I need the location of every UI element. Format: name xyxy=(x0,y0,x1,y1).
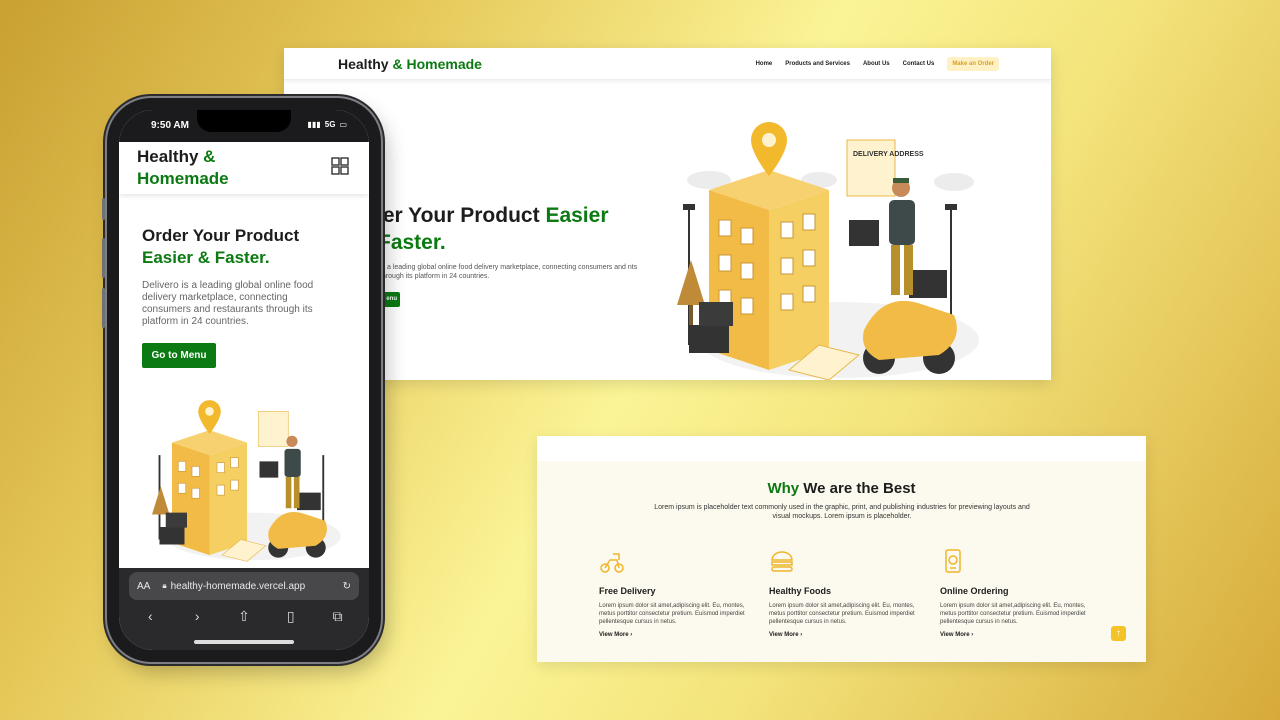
view-more-link[interactable]: View More › xyxy=(940,632,1090,638)
make-order-button[interactable]: Make an Order xyxy=(947,56,999,71)
burger-icon xyxy=(771,551,793,572)
feature-card-foods: Healthy Foods Lorem ipsum dolor sit amet… xyxy=(769,548,919,638)
phone-screen: 9:50 AM ▮▮▮ 5G ▭ Healthy & Homemade Orde… xyxy=(119,110,369,650)
feature-description: Lorem ipsum dolor sit amet,adipiscing el… xyxy=(769,603,915,625)
why-title: Why We are the Best xyxy=(537,480,1146,497)
phone-mockup: 9:50 AM ▮▮▮ 5G ▭ Healthy & Homemade Orde… xyxy=(102,98,381,662)
safari-nav-buttons: ‹ › ⇧ ▯ ⧉ xyxy=(119,608,369,625)
mobile-navbar: Healthy & Homemade xyxy=(119,142,369,194)
brand-part1: Healthy xyxy=(137,147,199,166)
feature-title: Free Delivery xyxy=(599,586,656,596)
feature-title: Healthy Foods xyxy=(769,586,832,596)
url-text: healthy-homemade.vercel.app xyxy=(170,580,306,592)
desktop-hero-title: der Your Product Easier Faster. xyxy=(370,202,609,254)
mobile-hero-title: Order Your Product Easier & Faster. xyxy=(142,225,299,269)
bookmarks-icon[interactable]: ▯ xyxy=(279,608,303,625)
nav-products[interactable]: Products and Services xyxy=(785,61,850,67)
phone-side-button xyxy=(102,198,105,220)
safari-toolbar: AA 🔒︎ healthy-homemade.vercel.app ↻ ‹ › … xyxy=(119,568,369,650)
delivery-illustration: DELIVERY ADDRESS xyxy=(677,122,979,380)
hero-title-part: der Your Product xyxy=(370,204,540,227)
hero-title-accent: Easier xyxy=(545,204,609,227)
desktop-brand-logo[interactable]: Healthy & Homemade xyxy=(338,56,482,72)
feature-description: Lorem ipsum dolor sit amet,adipiscing el… xyxy=(599,603,745,625)
status-time: 9:50 AM xyxy=(151,120,189,131)
grid-menu-icon[interactable] xyxy=(331,157,349,175)
battery-icon: ▭ xyxy=(339,120,347,129)
view-more-label: View More xyxy=(940,632,970,638)
why-title-rest: We are the Best xyxy=(803,480,916,497)
phone-notch xyxy=(197,110,291,132)
view-more-label: View More xyxy=(769,632,799,638)
reload-icon[interactable]: ↻ xyxy=(343,581,351,592)
feature-card-ordering: Online Ordering Lorem ipsum dolor sit am… xyxy=(940,548,1090,638)
desktop-preview: Healthy & Homemade Home Products and Ser… xyxy=(284,48,1051,380)
why-section-preview: Why We are the Best Lorem ipsum is place… xyxy=(537,436,1146,662)
lock-icon: 🔒︎ xyxy=(162,581,167,590)
desktop-hero-description: is a leading global online food delivery… xyxy=(380,264,638,280)
tabs-icon[interactable]: ⧉ xyxy=(326,608,350,625)
desktop-nav-links: Home Products and Services About Us Cont… xyxy=(756,56,999,71)
scroll-to-top-button[interactable]: ↑ xyxy=(1111,626,1126,641)
chevron-right-icon: › xyxy=(800,632,803,638)
hero-title-line2: Easier & Faster. xyxy=(142,248,270,267)
address-bar[interactable]: AA 🔒︎ healthy-homemade.vercel.app ↻ xyxy=(129,572,359,600)
phone-side-button xyxy=(102,288,105,328)
share-icon[interactable]: ⇧ xyxy=(232,608,256,625)
address-sign-text: DELIVERY ADDRESS xyxy=(853,151,924,158)
back-icon[interactable]: ‹ xyxy=(138,608,162,625)
home-indicator xyxy=(194,640,294,644)
reader-aa-button[interactable]: AA xyxy=(137,581,150,592)
forward-icon[interactable]: › xyxy=(185,608,209,625)
hero-title-line2: Faster. xyxy=(378,231,446,254)
status-icons: ▮▮▮ 5G ▭ xyxy=(308,120,347,129)
chevron-right-icon: › xyxy=(630,632,633,638)
phone-order-icon xyxy=(945,549,961,573)
nav-home[interactable]: Home xyxy=(756,61,773,67)
phone-side-button xyxy=(102,238,105,278)
chevron-right-icon: › xyxy=(971,632,974,638)
view-more-label: View More xyxy=(599,632,629,638)
why-title-accent: Why xyxy=(767,480,800,497)
mobile-brand-logo[interactable]: Healthy & Homemade xyxy=(137,146,257,190)
feature-description: Lorem ipsum dolor sit amet,adipiscing el… xyxy=(940,603,1086,625)
feature-card-delivery: Free Delivery Lorem ipsum dolor sit amet… xyxy=(599,548,749,638)
hero-title-line1: Order Your Product xyxy=(142,226,300,245)
signal-icon: ▮▮▮ xyxy=(307,120,321,129)
delivery-illustration-mobile xyxy=(152,400,341,562)
mobile-hero-description: Delivero is a leading global online food… xyxy=(142,280,314,327)
scooter-icon xyxy=(600,553,624,573)
view-more-link[interactable]: View More › xyxy=(769,632,919,638)
nav-contact[interactable]: Contact Us xyxy=(903,61,935,67)
go-to-menu-button[interactable]: Go to Menu xyxy=(142,343,216,368)
feature-title: Online Ordering xyxy=(940,586,1009,596)
network-label: 5G xyxy=(324,120,336,129)
brand-part2: & Homemade xyxy=(392,55,482,72)
view-more-link[interactable]: View More › xyxy=(599,632,749,638)
nav-about[interactable]: About Us xyxy=(863,61,890,67)
desktop-navbar: Healthy & Homemade Home Products and Ser… xyxy=(284,48,1051,80)
section-divider xyxy=(537,436,1146,461)
brand-part1: Healthy xyxy=(338,55,389,72)
why-subtitle: Lorem ipsum is placeholder text commonly… xyxy=(654,504,1030,520)
status-bar: 9:50 AM ▮▮▮ 5G ▭ xyxy=(119,110,369,142)
